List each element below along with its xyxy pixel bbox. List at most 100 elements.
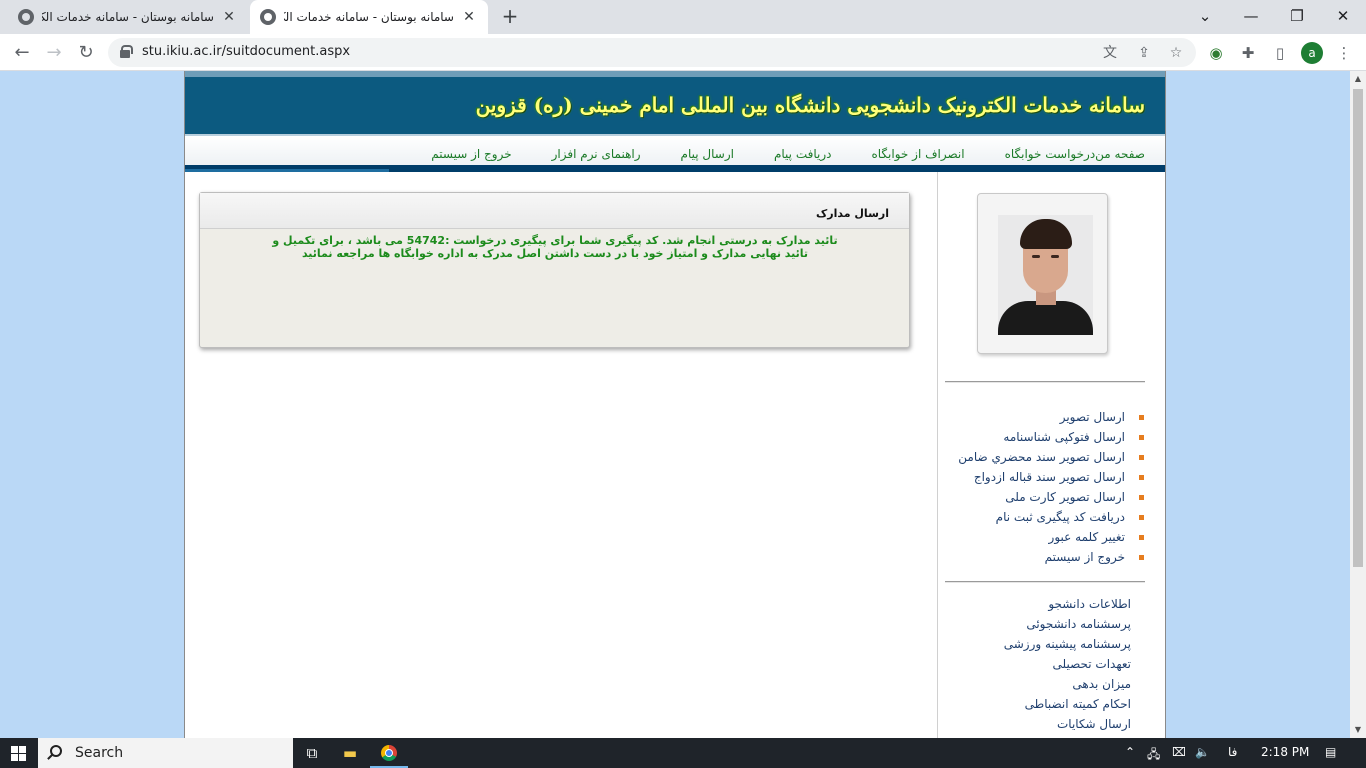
chrome-icon[interactable] <box>381 745 397 761</box>
minimize-button[interactable]: — <box>1228 0 1274 34</box>
taskbar: Search ⧉ ▬ ⌃ 🖧 ⌧ 🔈 فا 2:18 PM ▤ <box>0 738 1366 768</box>
search-icon <box>50 745 62 757</box>
new-tab-button[interactable]: + <box>498 4 522 28</box>
share-icon[interactable]: ⇪ <box>1134 43 1154 63</box>
globe-icon <box>260 9 276 25</box>
student-photo <box>998 215 1093 335</box>
bullet-icon <box>1139 414 1144 420</box>
sidepanel-icon[interactable]: ▯ <box>1269 42 1291 64</box>
scroll-down-icon[interactable]: ▼ <box>1350 722 1366 738</box>
nav-underbar <box>185 165 1165 172</box>
file-explorer-icon[interactable]: ▬ <box>331 738 369 768</box>
forward-button[interactable]: → <box>40 39 68 67</box>
profile-avatar[interactable]: a <box>1301 42 1323 64</box>
tab-title: سامانه بوستان - سامانه خدمات الک <box>284 10 454 24</box>
success-message: تائید مدارک به درستی انجام شد. کد پیگیری… <box>272 234 838 260</box>
bullet-icon <box>1139 514 1144 520</box>
sidebar-item-label[interactable]: دریافت کد پیگیری ثبت نام <box>996 510 1125 524</box>
sidebar-item-send-photo[interactable]: ارسال تصویر <box>958 407 1144 427</box>
nav-item-send-message[interactable]: ارسال پیام <box>681 147 734 161</box>
windows-start-icon[interactable] <box>11 746 26 761</box>
sidebar-item-send-marriage-deed[interactable]: ارسال تصویر سند قباله ازدواج <box>958 467 1144 487</box>
extension-globe-icon[interactable]: ◉ <box>1205 42 1227 64</box>
sidebar-item-change-password[interactable]: تغییر کلمه عبور <box>958 527 1144 547</box>
sidebar-item-send-guarantor-deed[interactable]: ارسال تصویر سند محضري ضامن <box>958 447 1144 467</box>
nav-item-logout[interactable]: خروج از سیستم <box>431 147 511 161</box>
puzzle-icon[interactable]: ✚ <box>1237 42 1259 64</box>
info-item-student-info[interactable]: اطلاعات دانشجو <box>1004 594 1131 614</box>
page-viewport: سامانه خدمات الکترونیک دانشجویی دانشگاه … <box>0 71 1350 738</box>
site-banner: سامانه خدمات الکترونیک دانشجویی دانشگاه … <box>185 71 1165 134</box>
sidebar-item-label[interactable]: ارسال فتوکپی شناسنامه <box>1003 430 1125 444</box>
nav-item-receive-message[interactable]: دریافت پیام <box>774 147 832 161</box>
sidebar-item-label[interactable]: خروج از سیستم <box>1045 550 1125 564</box>
bullet-icon <box>1139 454 1144 460</box>
close-icon[interactable]: ✕ <box>220 9 238 25</box>
info-item-student-questionnaire[interactable]: پرسشنامه دانشجوئی <box>1004 614 1131 634</box>
nav-item-my-page[interactable]: صفحه من <box>1095 147 1145 161</box>
globe-icon <box>18 9 34 25</box>
sidebar-item-label[interactable]: ارسال تصویر سند قباله ازدواج <box>974 470 1125 484</box>
tab-active[interactable]: سامانه بوستان - سامانه خدمات الک ✕ <box>250 0 488 34</box>
url-text[interactable]: stu.ikiu.ac.ir/suitdocument.aspx <box>142 44 350 59</box>
show-hidden-icons-icon[interactable]: ⌃ <box>1125 745 1135 759</box>
sidebar-divider <box>945 381 1145 383</box>
translate-icon[interactable]: 文 <box>1100 43 1120 63</box>
sidebar-item-label[interactable]: ارسال تصویر کارت ملی <box>1005 490 1125 504</box>
close-window-button[interactable]: ✕ <box>1320 0 1366 34</box>
info-item-debt-amount[interactable]: میزان بدهی <box>1004 674 1131 694</box>
student-photo-frame <box>977 193 1108 354</box>
taskbar-search[interactable]: Search <box>38 738 293 768</box>
site-container: سامانه خدمات الکترونیک دانشجویی دانشگاه … <box>184 71 1166 738</box>
nav-item-dorm-request[interactable]: درخواست خوابگاه <box>1005 147 1096 161</box>
page-scrollbar[interactable]: ▲ ▼ <box>1350 71 1366 738</box>
info-item-send-complaints[interactable]: ارسال شکایات <box>1004 714 1131 734</box>
bullet-icon <box>1139 494 1144 500</box>
sidebar-actions: ارسال تصویر ارسال فتوکپی شناسنامه ارسال … <box>958 407 1144 567</box>
nav-item-dorm-cancel[interactable]: انصراف از خوابگاه <box>871 147 964 161</box>
send-documents-panel: ارسال مدارک تائید مدارک به درستی انجام ش… <box>199 192 910 348</box>
sidebar-item-label[interactable]: ارسال تصویر <box>1060 410 1125 424</box>
column-divider <box>937 172 938 738</box>
sidebar-item-label[interactable]: ارسال تصویر سند محضري ضامن <box>958 450 1125 464</box>
sidebar-item-send-birth-certificate[interactable]: ارسال فتوکپی شناسنامه <box>958 427 1144 447</box>
search-label: Search <box>75 745 124 761</box>
info-item-sports-questionnaire[interactable]: پرسشنامه پیشینه ورزشی <box>1004 634 1131 654</box>
notifications-icon[interactable]: ▤ <box>1325 745 1336 759</box>
scroll-up-icon[interactable]: ▲ <box>1350 71 1366 87</box>
battery-icon[interactable]: ⌧ <box>1172 745 1186 759</box>
tab-search-button[interactable]: ⌄ <box>1182 0 1228 34</box>
top-navigation: صفحه من درخواست خوابگاه انصراف از خوابگا… <box>185 134 1165 165</box>
back-button[interactable]: ← <box>8 39 36 67</box>
lock-icon[interactable] <box>120 45 133 58</box>
sidebar-item-logout[interactable]: خروج از سیستم <box>958 547 1144 567</box>
close-icon[interactable]: ✕ <box>460 9 478 25</box>
language-indicator[interactable]: فا <box>1228 745 1237 759</box>
bullet-icon <box>1139 554 1144 560</box>
sidebar-item-label[interactable]: تغییر کلمه عبور <box>1049 530 1125 544</box>
panel-header: ارسال مدارک <box>200 193 909 229</box>
sidebar-item-send-national-card[interactable]: ارسال تصویر کارت ملی <box>958 487 1144 507</box>
volume-icon[interactable]: 🔈 <box>1195 745 1210 759</box>
browser-toolbar: ← → ↻ stu.ikiu.ac.ir/suitdocument.aspx 文… <box>0 34 1366 71</box>
scrollbar-thumb[interactable] <box>1353 89 1363 567</box>
network-icon[interactable]: 🖧 <box>1147 745 1160 766</box>
tab-strip: سامانه بوستان - سامانه خدمات الک ✕ سامان… <box>0 0 1366 34</box>
tab-inactive[interactable]: سامانه بوستان - سامانه خدمات الک ✕ <box>8 0 248 34</box>
sidebar-info-links: اطلاعات دانشجو پرسشنامه دانشجوئی پرسشنام… <box>1004 594 1131 734</box>
bullet-icon <box>1139 534 1144 540</box>
star-icon[interactable]: ☆ <box>1166 43 1186 63</box>
bullet-icon <box>1139 474 1144 480</box>
clock[interactable]: 2:18 PM <box>1261 745 1309 759</box>
info-item-disciplinary-rulings[interactable]: احکام کمیته انضباطی <box>1004 694 1131 714</box>
address-bar[interactable]: stu.ikiu.ac.ir/suitdocument.aspx 文 ⇪ ☆ <box>108 38 1196 67</box>
info-item-academic-commitments[interactable]: تعهدات تحصیلی <box>1004 654 1132 674</box>
tab-title: سامانه بوستان - سامانه خدمات الک <box>42 10 214 24</box>
maximize-button[interactable]: ❐ <box>1274 0 1320 34</box>
nav-item-help[interactable]: راهنمای نرم افزار <box>552 147 641 161</box>
sidebar-item-tracking-code[interactable]: دریافت کد پیگیری ثبت نام <box>958 507 1144 527</box>
banner-title: سامانه خدمات الکترونیک دانشجویی دانشگاه … <box>475 93 1145 117</box>
task-view-icon[interactable]: ⧉ <box>293 738 331 768</box>
menu-icon[interactable]: ⋮ <box>1333 42 1355 64</box>
reload-button[interactable]: ↻ <box>72 39 100 67</box>
